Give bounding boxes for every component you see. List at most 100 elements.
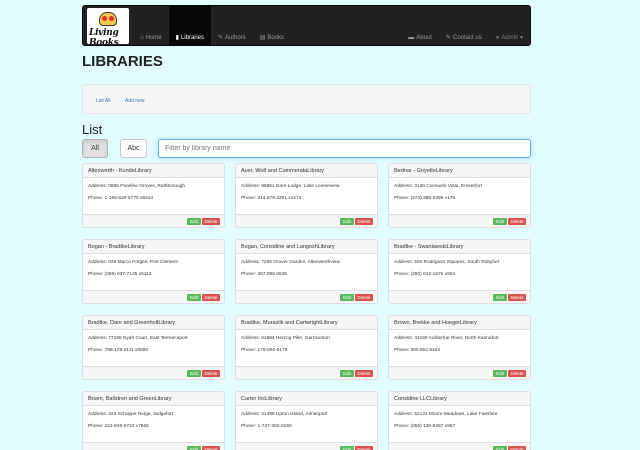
- filter-abc-button[interactable]: Abc: [120, 139, 147, 158]
- edit-button[interactable]: Edit: [340, 218, 354, 225]
- library-phone: Phone: (474) 388-2296 x175: [394, 195, 456, 201]
- book-icon: ▤: [259, 35, 266, 41]
- library-address: Address: 61964 Herzog Pike, Garrisonton: [241, 336, 330, 341]
- library-phone: Phone: 1-168-620-5770 x6543: [88, 195, 154, 201]
- user-icon: ●: [495, 35, 500, 41]
- edit-button[interactable]: Edit: [187, 370, 201, 377]
- library-phone: Phone: 1-727-362-0150: [241, 423, 292, 429]
- add-new-link[interactable]: Add new: [125, 98, 144, 104]
- card-footer: Edit Delete: [389, 442, 530, 450]
- comment-icon: ▬: [408, 35, 415, 41]
- library-address: Address: 43150 Aufderhar River, North Ka…: [394, 336, 499, 341]
- library-search-input[interactable]: [158, 139, 531, 158]
- nav-authors-label: Authors: [225, 35, 246, 41]
- delete-button[interactable]: Delete: [202, 218, 220, 225]
- edit-button[interactable]: Edit: [187, 446, 201, 450]
- card-footer: Edit Delete: [83, 214, 224, 227]
- library-name: Considine LLCLibrary: [389, 392, 530, 406]
- nav-home[interactable]: ⌂ Home: [133, 6, 169, 45]
- library-name: Bogan, Considine and LangoshLibrary: [236, 240, 377, 254]
- library-card: Brown, Brekke and HoegerLibrary Address: …: [388, 315, 531, 380]
- edit-button[interactable]: Edit: [187, 218, 201, 225]
- card-footer: Edit Delete: [83, 442, 224, 450]
- filter-all-button[interactable]: All: [82, 139, 108, 158]
- nav-contact-label: Contact us: [453, 35, 482, 41]
- nav-libraries[interactable]: ▮ Libraries: [168, 6, 211, 45]
- delete-button[interactable]: Delete: [202, 294, 220, 301]
- nav-home-label: Home: [145, 35, 162, 41]
- nav-admin-dropdown[interactable]: ● Admin ▾: [489, 6, 530, 45]
- library-phone: Phone: (069) 637-7135 x6113: [88, 271, 152, 277]
- library-address: Address: 500 Rodriguez Squares, South Ru…: [394, 260, 500, 265]
- card-footer: Edit Delete: [83, 366, 224, 379]
- edit-button[interactable]: Edit: [493, 218, 507, 225]
- page-title: LIBRARIES: [82, 53, 163, 70]
- card-footer: Edit Delete: [389, 214, 530, 227]
- library-name: Bradtke, Dare and GreenholtLibrary: [83, 316, 224, 330]
- bookmark-icon: ▮: [175, 35, 179, 41]
- nav-about[interactable]: ▬ About: [401, 6, 439, 45]
- delete-button[interactable]: Delete: [508, 218, 526, 225]
- list-all-link[interactable]: List All: [96, 98, 110, 104]
- delete-button[interactable]: Delete: [508, 446, 526, 450]
- nav-authors[interactable]: ✎ Authors: [211, 6, 253, 45]
- library-address: Address: 423 Schuppe Ridge, Judgefort: [88, 412, 174, 417]
- edit-button[interactable]: Edit: [340, 370, 354, 377]
- card-footer: Edit Delete: [83, 290, 224, 303]
- library-name: Bogan - BradtkeLibrary: [83, 240, 224, 254]
- edit-button[interactable]: Edit: [340, 446, 354, 450]
- library-card: Bogan, Considine and LangoshLibrary Addre…: [235, 239, 378, 304]
- library-card: Bradtke - SwaniawskiLibrary Address: 500 …: [388, 239, 531, 304]
- card-footer: Edit Delete: [236, 290, 377, 303]
- library-address: Address: 3130 Consuelo Vista, Emserfort: [394, 184, 482, 189]
- library-phone: Phone: 457.096.0048: [241, 271, 287, 277]
- delete-button[interactable]: Delete: [355, 294, 373, 301]
- delete-button[interactable]: Delete: [508, 294, 526, 301]
- library-card: Bogan - BradtkeLibrary Address: 029 Marco…: [82, 239, 225, 304]
- library-card: Altenwerth - KundeLibrary Address: 0886 P…: [82, 163, 225, 228]
- card-footer: Edit Delete: [236, 214, 377, 227]
- library-address: Address: 029 Marco Forges, Port Clement: [88, 260, 178, 265]
- library-phone: Phone: 314.579.2291 x1274: [241, 195, 302, 201]
- nav-contact[interactable]: ✎ Contact us: [439, 6, 489, 45]
- library-name: Auer, Wolf and CummerataLibrary: [236, 164, 377, 178]
- top-navbar: Living Books ⌂ Home ▮ Libraries ✎ Author…: [82, 5, 531, 46]
- library-card: Considine LLCLibrary Address: 52131 Moore…: [388, 391, 531, 450]
- living-books-logo[interactable]: Living Books: [87, 8, 129, 44]
- library-phone: Phone: 798-178-2111 x8580: [88, 347, 149, 353]
- edit-button[interactable]: Edit: [493, 294, 507, 301]
- edit-button[interactable]: Edit: [340, 294, 354, 301]
- delete-button[interactable]: Delete: [355, 446, 373, 450]
- library-card: Bednar - GoyetteLibrary Address: 3130 Con…: [388, 163, 531, 228]
- library-phone: Phone: (055) 136-9287 x957: [394, 423, 456, 429]
- edit-button[interactable]: Edit: [493, 446, 507, 450]
- library-name: Brown, Brekke and HoegerLibrary: [389, 316, 530, 330]
- library-card: Bradtke, Muraziik and CartwrightLibrary A…: [235, 315, 378, 380]
- nav-books[interactable]: ▤ Books: [253, 6, 291, 45]
- pencil-icon: ✎: [445, 35, 451, 41]
- library-name: Bruen, Balistreri and GreenLibrary: [83, 392, 224, 406]
- library-phone: Phone: 221-848-5722 x7965: [88, 423, 149, 429]
- library-name: Bradtke - SwaniawskiLibrary: [389, 240, 530, 254]
- nav-admin-label: Admin ▾: [501, 35, 523, 41]
- delete-button[interactable]: Delete: [202, 370, 220, 377]
- library-phone: Phone: 179-860-8179: [241, 347, 288, 353]
- library-card: Auer, Wolf and CummerataLibrary Address: …: [235, 163, 378, 228]
- edit-button[interactable]: Edit: [187, 294, 201, 301]
- delete-button[interactable]: Delete: [355, 370, 373, 377]
- library-card: Bradtke, Dare and GreenholtLibrary Addres…: [82, 315, 225, 380]
- library-name: Carter IncLibrary: [236, 392, 377, 406]
- library-name: Bradtke, Muraziik and CartwrightLibrary: [236, 316, 377, 330]
- library-card: Carter IncLibrary Address: 41398 Upton Is…: [235, 391, 378, 450]
- library-address: Address: 96961 Dare Lodge, Lake Leonievi…: [241, 184, 340, 189]
- library-address: Address: 52131 Moore Meadows, Lake Faesh…: [394, 412, 498, 417]
- library-card: Bruen, Balistreri and GreenLibrary Addres…: [82, 391, 225, 450]
- nav-libraries-label: Libraries: [180, 35, 204, 41]
- list-title: List: [82, 122, 103, 137]
- delete-button[interactable]: Delete: [202, 446, 220, 450]
- library-phone: Phone: 300.552.9163: [394, 347, 440, 353]
- delete-button[interactable]: Delete: [355, 218, 373, 225]
- card-footer: Edit Delete: [236, 366, 377, 379]
- delete-button[interactable]: Delete: [508, 370, 526, 377]
- edit-button[interactable]: Edit: [493, 370, 507, 377]
